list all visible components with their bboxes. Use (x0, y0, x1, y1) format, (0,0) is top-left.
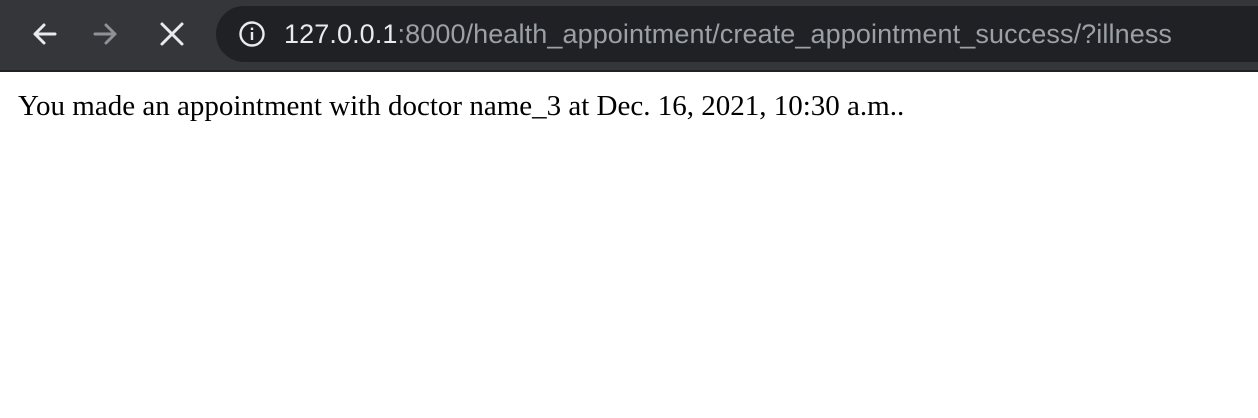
close-icon (160, 22, 184, 46)
appointment-success-message: You made an appointment with doctor name… (18, 90, 905, 122)
address-bar[interactable]: 127.0.0.1:8000/health_appointment/create… (216, 6, 1258, 62)
info-icon[interactable] (238, 20, 266, 48)
back-arrow-icon (33, 23, 57, 45)
stop-loading-button[interactable] (152, 14, 192, 54)
forward-button[interactable] (86, 14, 126, 54)
back-button[interactable] (24, 14, 64, 54)
forward-arrow-icon (93, 23, 117, 45)
url-text[interactable]: 127.0.0.1:8000/health_appointment/create… (284, 18, 1172, 50)
url-host: 127.0.0.1 (284, 19, 398, 49)
url-path: :8000/health_appointment/create_appointm… (397, 19, 1173, 49)
browser-toolbar: 127.0.0.1:8000/health_appointment/create… (0, 0, 1258, 72)
